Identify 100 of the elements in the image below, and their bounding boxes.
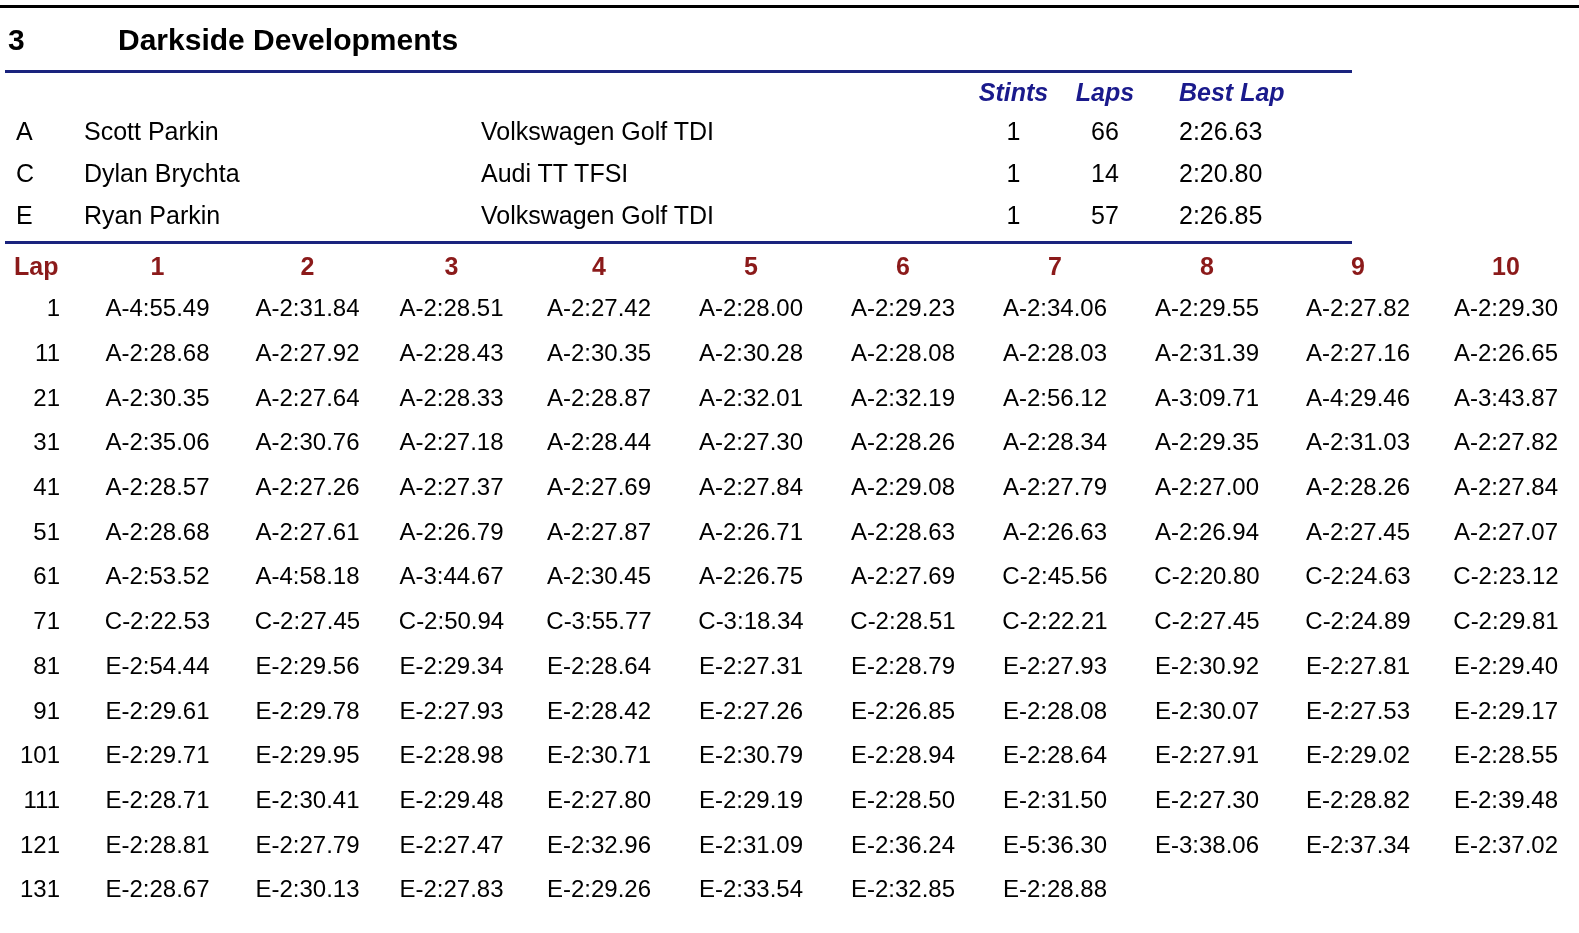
lap-time: A-4:58.18 bbox=[255, 561, 360, 592]
lap-time: A-2:27.84 bbox=[698, 472, 804, 503]
lap-time: C-2:27.45 bbox=[254, 606, 361, 637]
lap-time: E-2:28.88 bbox=[1002, 874, 1108, 905]
lap-time: A-2:27.92 bbox=[255, 338, 360, 369]
car-name: Audi TT TFSI bbox=[481, 158, 630, 190]
lap-time: A-2:28.00 bbox=[698, 293, 804, 324]
lap-time: C-3:55.77 bbox=[546, 606, 652, 637]
lap-time: A-2:28.63 bbox=[850, 516, 956, 547]
column-header: Stints bbox=[977, 76, 1050, 108]
lap-time: C-2:50.94 bbox=[398, 606, 505, 637]
lap-time: C-2:22.53 bbox=[104, 606, 211, 637]
lap-time: E-2:30.79 bbox=[698, 740, 804, 771]
column-header: 9 bbox=[1350, 251, 1366, 283]
driver-code: C bbox=[16, 158, 36, 190]
lap-time: A-2:27.42 bbox=[546, 293, 652, 324]
lap-time: E-2:29.02 bbox=[1305, 740, 1411, 771]
lap-time: E-2:29.61 bbox=[105, 695, 210, 726]
column-header: 7 bbox=[1047, 251, 1063, 283]
lap-time: A-2:26.75 bbox=[698, 561, 804, 592]
lap-time: E-2:30.07 bbox=[1154, 695, 1260, 726]
lap-time: E-2:27.91 bbox=[1154, 740, 1260, 771]
lap-time: A-2:28.43 bbox=[399, 338, 504, 369]
lap-time: A-2:26.63 bbox=[1002, 516, 1108, 547]
lap-time: E-2:27.47 bbox=[399, 829, 504, 860]
lap-time: E-2:28.81 bbox=[105, 829, 210, 860]
lap-time: E-2:36.24 bbox=[850, 829, 956, 860]
lap-time: E-2:29.17 bbox=[1453, 695, 1559, 726]
best-lap-value: 2:20.80 bbox=[1179, 158, 1263, 190]
lap-number: 101 bbox=[19, 740, 60, 771]
lap-number: 131 bbox=[19, 874, 60, 905]
lap-time: E-2:31.50 bbox=[1002, 784, 1108, 815]
lap-time: C-3:18.34 bbox=[698, 606, 804, 637]
lap-time: A-2:27.30 bbox=[698, 427, 804, 458]
lap-time: E-2:27.83 bbox=[399, 874, 504, 905]
laps-value: 14 bbox=[1090, 158, 1120, 190]
car-name: Volkswagen Golf TDI bbox=[481, 200, 715, 232]
lap-time: A-2:27.16 bbox=[1305, 338, 1411, 369]
lap-number: 121 bbox=[19, 829, 60, 860]
column-header: 1 bbox=[149, 251, 166, 283]
lap-time: C-2:24.63 bbox=[1305, 561, 1411, 592]
lap-time: A-2:27.84 bbox=[1453, 472, 1559, 503]
lap-time: C-2:29.81 bbox=[1453, 606, 1559, 637]
lap-time: E-2:54.44 bbox=[105, 650, 210, 681]
lap-time: C-2:24.89 bbox=[1305, 606, 1411, 637]
lap-time: A-2:28.87 bbox=[546, 382, 652, 413]
lap-time: E-2:27.93 bbox=[1002, 650, 1108, 681]
lap-time: A-4:55.49 bbox=[105, 293, 210, 324]
lap-time: E-2:28.50 bbox=[850, 784, 956, 815]
column-header: 5 bbox=[743, 251, 759, 283]
lap-number: 41 bbox=[33, 472, 60, 503]
lap-time: A-2:30.45 bbox=[546, 561, 652, 592]
lap-time: E-2:28.64 bbox=[546, 650, 652, 681]
lap-time: E-2:28.64 bbox=[1002, 740, 1108, 771]
lap-time: E-2:28.55 bbox=[1453, 740, 1559, 771]
best-lap-value: 2:26.63 bbox=[1179, 116, 1263, 148]
lap-time: A-2:31.03 bbox=[1305, 427, 1411, 458]
lap-time: A-2:29.23 bbox=[850, 293, 956, 324]
lap-time: A-2:28.44 bbox=[546, 427, 652, 458]
lap-time: A-2:27.45 bbox=[1305, 516, 1411, 547]
lap-time: A-2:27.26 bbox=[255, 472, 360, 503]
lap-time: E-2:29.34 bbox=[399, 650, 504, 681]
lap-time: E-2:27.93 bbox=[399, 695, 504, 726]
lap-time: A-4:29.46 bbox=[1305, 382, 1411, 413]
lap-time: A-2:28.57 bbox=[105, 472, 210, 503]
lap-number: 21 bbox=[33, 382, 60, 413]
column-header: Best Lap bbox=[1179, 76, 1285, 108]
lap-time: E-2:28.71 bbox=[105, 784, 210, 815]
lap-time: A-2:32.19 bbox=[850, 382, 956, 413]
lap-time: E-2:37.02 bbox=[1453, 829, 1559, 860]
lap-time: E-2:27.30 bbox=[1154, 784, 1260, 815]
lap-time: E-2:39.48 bbox=[1453, 784, 1559, 815]
lap-time: E-2:29.78 bbox=[255, 695, 360, 726]
lap-time: A-2:28.33 bbox=[399, 382, 504, 413]
lap-time: E-2:27.26 bbox=[698, 695, 804, 726]
lap-time: C-2:27.45 bbox=[1154, 606, 1260, 637]
lap-number: 31 bbox=[33, 427, 60, 458]
best-lap-value: 2:26.85 bbox=[1179, 200, 1263, 232]
lap-time: A-2:26.71 bbox=[698, 516, 804, 547]
lap-time: E-2:28.67 bbox=[105, 874, 210, 905]
lap-time: E-2:29.56 bbox=[255, 650, 360, 681]
lap-time: E-2:30.41 bbox=[255, 784, 360, 815]
lap-time: A-2:27.69 bbox=[850, 561, 956, 592]
stints-value: 1 bbox=[1005, 116, 1022, 148]
lap-time: A-2:28.26 bbox=[850, 427, 956, 458]
lap-time: E-2:28.42 bbox=[546, 695, 652, 726]
lap-time: A-2:29.55 bbox=[1154, 293, 1260, 324]
lap-time: A-2:28.68 bbox=[105, 516, 210, 547]
lap-time: A-3:09.71 bbox=[1154, 382, 1260, 413]
driver-name: Dylan Brychta bbox=[84, 158, 241, 190]
lap-time: A-2:30.76 bbox=[255, 427, 360, 458]
car-name: Volkswagen Golf TDI bbox=[481, 116, 715, 148]
lap-time: A-2:27.69 bbox=[546, 472, 652, 503]
team-number: 3 bbox=[8, 21, 26, 58]
lap-time: E-2:29.71 bbox=[105, 740, 210, 771]
lap-time: A-2:27.79 bbox=[1002, 472, 1108, 503]
lap-time: E-2:27.81 bbox=[1305, 650, 1411, 681]
lap-time: C-2:23.12 bbox=[1453, 561, 1559, 592]
lap-time: A-2:28.51 bbox=[399, 293, 504, 324]
stints-value: 1 bbox=[1005, 158, 1022, 190]
